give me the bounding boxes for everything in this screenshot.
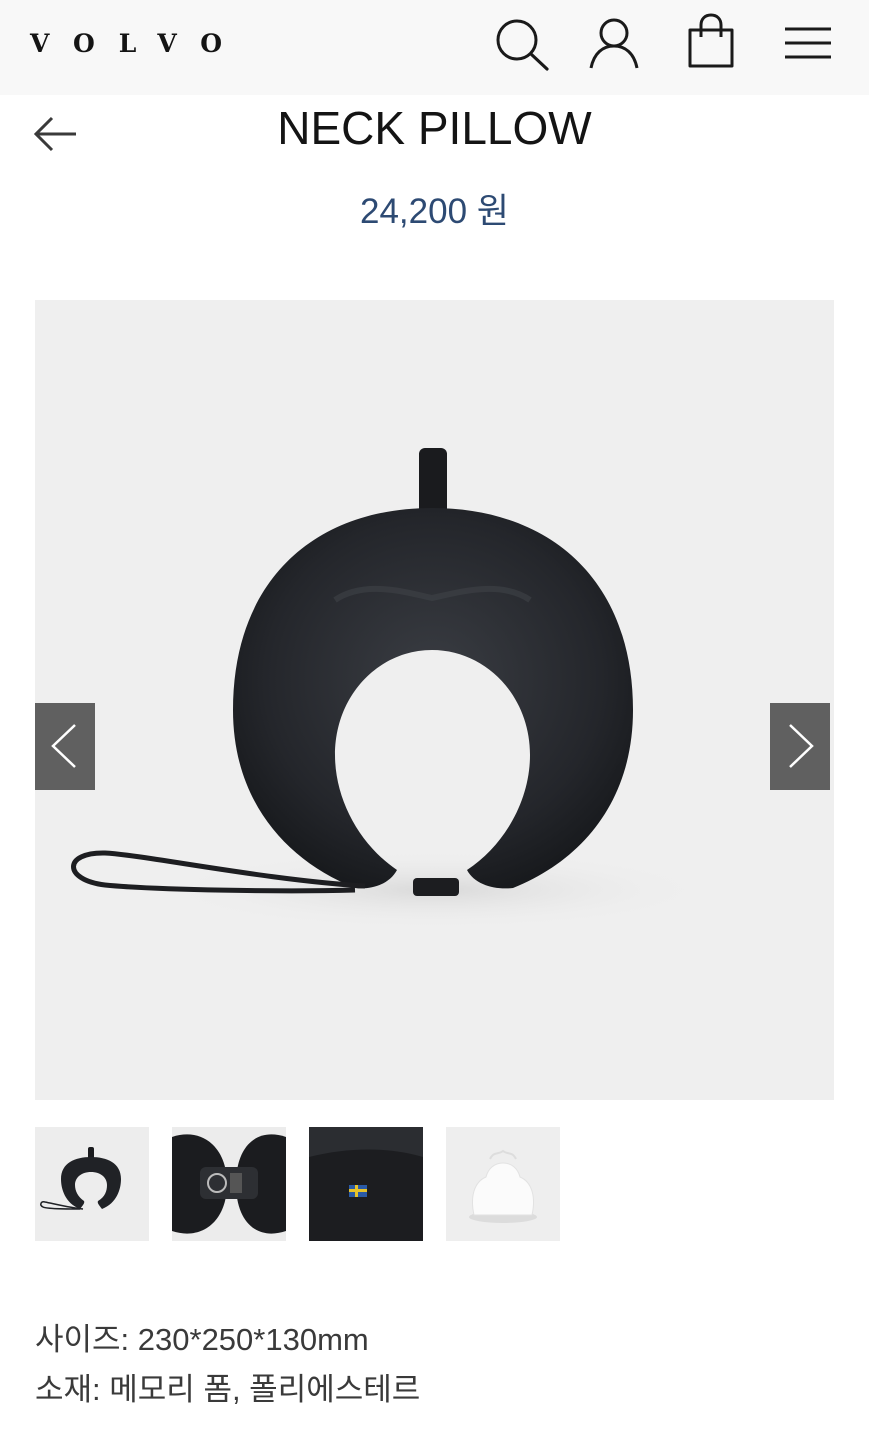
- chevron-left-icon: [51, 724, 76, 768]
- menu-icon[interactable]: [778, 13, 838, 73]
- thumbnail-2[interactable]: [172, 1127, 286, 1241]
- product-image-carousel[interactable]: [35, 300, 834, 1100]
- top-header: VOLVO: [0, 0, 869, 95]
- neck-pillow-image: [71, 448, 715, 930]
- chevron-right-icon: [789, 724, 814, 768]
- volvo-logo[interactable]: VOLVO: [30, 29, 246, 59]
- product-title: NECK PILLOW: [277, 102, 592, 154]
- shopping-bag-icon[interactable]: [681, 13, 741, 73]
- spec-size: 사이즈: 230*250*130mm: [35, 1322, 369, 1357]
- search-icon[interactable]: [491, 13, 551, 73]
- product-page: VOLVO NECK PILLOW 24,200 원 사이즈: 230*250*…: [0, 0, 869, 1440]
- thumbnail-4[interactable]: [446, 1127, 560, 1241]
- next-image-button[interactable]: [770, 703, 830, 790]
- previous-image-button[interactable]: [35, 703, 95, 790]
- spec-material: 소재: 메모리 폼, 폴리에스테르: [35, 1372, 421, 1407]
- thumbnail-3[interactable]: [309, 1127, 423, 1241]
- account-icon[interactable]: [584, 13, 644, 73]
- thumbnail-1[interactable]: [35, 1127, 149, 1241]
- product-price: 24,200 원: [360, 192, 509, 231]
